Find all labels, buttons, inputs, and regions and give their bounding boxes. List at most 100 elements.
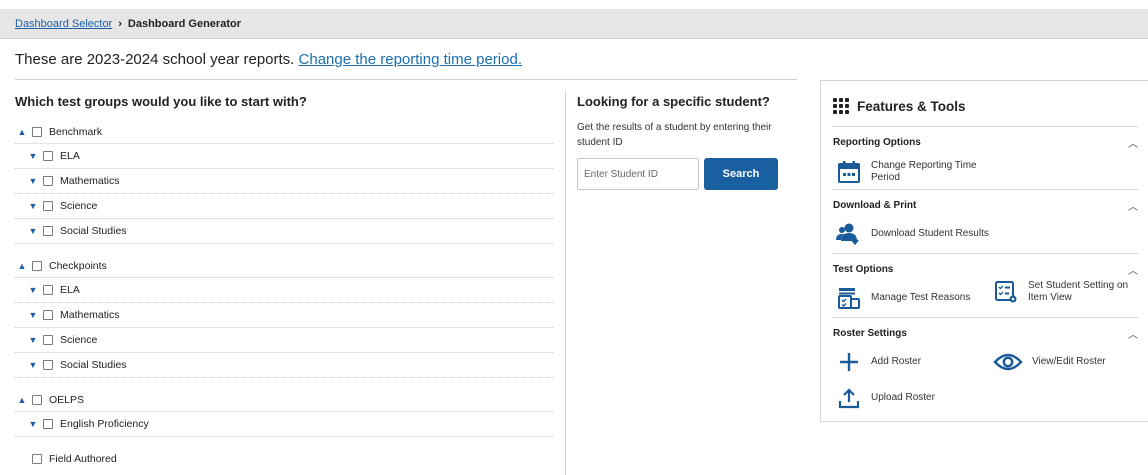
test-group-checkbox[interactable] bbox=[32, 394, 42, 405]
test-group-checkbox[interactable] bbox=[43, 151, 53, 161]
test-group-label: OELPS bbox=[49, 393, 85, 406]
test-group-row[interactable]: ▲ Checkpoints bbox=[15, 254, 553, 278]
tool-view-edit-roster[interactable]: View/Edit Roster bbox=[993, 349, 1106, 375]
tool-upload-roster[interactable]: Upload Roster bbox=[836, 385, 935, 411]
tool-download-student-results[interactable]: Download Student Results bbox=[836, 221, 991, 247]
test-group-row[interactable]: ▼ Social Studies bbox=[15, 219, 553, 244]
test-group-row[interactable]: ▼ Mathematics bbox=[15, 169, 553, 194]
section-title: Roster Settings bbox=[833, 328, 907, 339]
test-group-label: Social Studies bbox=[60, 225, 127, 237]
features-tools-header: Features & Tools bbox=[833, 98, 966, 114]
test-group-row[interactable]: ▼ ELA bbox=[15, 278, 553, 303]
chevron-down-icon[interactable]: ▼ bbox=[26, 419, 40, 429]
test-group-checkbox[interactable] bbox=[43, 285, 53, 295]
chevron-down-icon[interactable]: ▼ bbox=[26, 226, 40, 236]
test-group-label: ELA bbox=[60, 150, 80, 162]
tool-label: Upload Roster bbox=[871, 392, 935, 403]
tool-label: View/Edit Roster bbox=[1032, 356, 1106, 367]
test-group-row[interactable]: ▼ Mathematics bbox=[15, 303, 553, 328]
test-group-checkbox[interactable] bbox=[32, 454, 42, 464]
test-group-checkbox[interactable] bbox=[43, 360, 53, 370]
chevron-down-icon[interactable]: ▼ bbox=[26, 310, 40, 320]
calendar-icon bbox=[836, 159, 862, 185]
test-groups-tree: ▲ Benchmark ▼ ELA ▼ Mathematics ▼ Science ▼ S… bbox=[15, 120, 553, 471]
section-title: Reporting Options bbox=[833, 137, 921, 148]
test-group-label: English Proficiency bbox=[60, 418, 149, 430]
test-group-label: Science bbox=[60, 200, 98, 212]
tool-change-reporting-time-period[interactable]: Change Reporting Time Period bbox=[836, 159, 991, 185]
chevron-down-icon[interactable]: ▼ bbox=[26, 335, 40, 345]
period-divider bbox=[15, 79, 797, 80]
test-groups-heading: Which test groups would you like to star… bbox=[15, 94, 307, 109]
manage-test-reasons-icon bbox=[836, 285, 862, 311]
test-group-row[interactable]: Field Authored bbox=[15, 447, 553, 471]
chevron-down-icon[interactable]: ▼ bbox=[26, 176, 40, 186]
section-test-options: Test Options ︿ Manage Test Reasons Set S… bbox=[833, 253, 1138, 317]
chevron-up-icon[interactable]: ︿ bbox=[1128, 326, 1138, 341]
tool-label: Add Roster bbox=[871, 356, 922, 367]
test-group-row[interactable]: ▼ ELA bbox=[15, 144, 553, 169]
test-group-checkbox[interactable] bbox=[43, 310, 53, 320]
student-search-description: Get the results of a student by entering… bbox=[577, 122, 772, 148]
test-group-checkbox[interactable] bbox=[43, 335, 53, 345]
student-id-input[interactable] bbox=[577, 158, 699, 190]
tool-manage-test-reasons[interactable]: Manage Test Reasons bbox=[836, 285, 970, 311]
breadcrumb: Dashboard Selector › Dashboard Generator bbox=[0, 9, 1148, 39]
test-group-row[interactable]: ▲ Benchmark bbox=[15, 120, 553, 144]
student-search-heading: Looking for a specific student? bbox=[577, 94, 770, 109]
test-group-label: Field Authored bbox=[49, 453, 117, 465]
chevron-up-icon[interactable]: ▲ bbox=[15, 395, 29, 405]
chevron-down-icon[interactable]: ▼ bbox=[26, 360, 40, 370]
chevron-up-icon[interactable]: ▲ bbox=[15, 261, 29, 271]
column-divider bbox=[565, 90, 566, 475]
eye-icon bbox=[993, 349, 1023, 375]
change-reporting-period-link[interactable]: Change the reporting time period. bbox=[299, 51, 522, 68]
test-group-label: Mathematics bbox=[60, 175, 120, 187]
plus-icon bbox=[836, 349, 862, 375]
chevron-down-icon[interactable]: ▼ bbox=[26, 201, 40, 211]
breadcrumb-dashboard-selector-link[interactable]: Dashboard Selector bbox=[15, 18, 112, 30]
chevron-up-icon[interactable]: ︿ bbox=[1128, 198, 1138, 213]
test-group-checkbox[interactable] bbox=[43, 226, 53, 236]
test-group-row[interactable]: ▼ Science bbox=[15, 328, 553, 353]
reporting-period-text: These are 2023-2024 school year reports. bbox=[15, 51, 295, 68]
chevron-up-icon[interactable]: ︿ bbox=[1128, 262, 1138, 277]
chevron-down-icon[interactable]: ▼ bbox=[26, 151, 40, 161]
section-download-print: Download & Print ︿ Download Student Resu… bbox=[833, 189, 1138, 253]
test-group-checkbox[interactable] bbox=[32, 260, 42, 271]
breadcrumb-separator: › bbox=[118, 17, 122, 30]
section-title: Download & Print bbox=[833, 200, 917, 211]
features-tools-panel: Features & Tools Reporting Options ︿ Cha… bbox=[820, 80, 1148, 422]
chevron-up-icon[interactable]: ︿ bbox=[1128, 135, 1138, 150]
test-group-row[interactable]: ▼ Science bbox=[15, 194, 553, 219]
breadcrumb-current: Dashboard Generator bbox=[127, 17, 241, 30]
tool-set-student-setting[interactable]: Set Student Setting on Item View bbox=[993, 279, 1138, 305]
test-group-label: Checkpoints bbox=[49, 259, 107, 272]
upload-icon bbox=[836, 385, 862, 411]
test-group-label: Social Studies bbox=[60, 359, 127, 371]
tool-label: Manage Test Reasons bbox=[871, 292, 971, 303]
test-group-row[interactable]: ▼ English Proficiency bbox=[15, 412, 553, 437]
test-group-checkbox[interactable] bbox=[43, 176, 53, 186]
tool-add-roster[interactable]: Add Roster bbox=[836, 349, 921, 375]
tool-label: Set Student Setting on Item View bbox=[1028, 280, 1129, 303]
search-button[interactable]: Search bbox=[704, 158, 778, 190]
test-group-label: Mathematics bbox=[60, 309, 120, 321]
test-group-label: Benchmark bbox=[49, 125, 103, 138]
grid-dots-icon bbox=[833, 98, 849, 114]
chevron-down-icon[interactable]: ▼ bbox=[26, 285, 40, 295]
download-students-icon bbox=[836, 221, 862, 247]
section-roster-settings: Roster Settings ︿ Add Roster View/Edit R… bbox=[833, 317, 1138, 417]
section-reporting-options: Reporting Options ︿ Change Reporting Tim… bbox=[833, 126, 1138, 188]
test-group-checkbox[interactable] bbox=[43, 201, 53, 211]
test-group-row[interactable]: ▲ OELPS bbox=[15, 388, 553, 412]
tool-label: Change Reporting Time Period bbox=[871, 160, 977, 183]
test-group-checkbox[interactable] bbox=[32, 126, 42, 137]
test-group-row[interactable]: ▼ Social Studies bbox=[15, 353, 553, 378]
section-title: Test Options bbox=[833, 264, 894, 275]
reporting-period-line: These are 2023-2024 school year reports.… bbox=[15, 51, 522, 68]
chevron-up-icon[interactable]: ▲ bbox=[15, 127, 29, 137]
test-group-label: ELA bbox=[60, 284, 80, 296]
test-group-checkbox[interactable] bbox=[43, 419, 53, 429]
features-tools-title: Features & Tools bbox=[857, 98, 966, 114]
